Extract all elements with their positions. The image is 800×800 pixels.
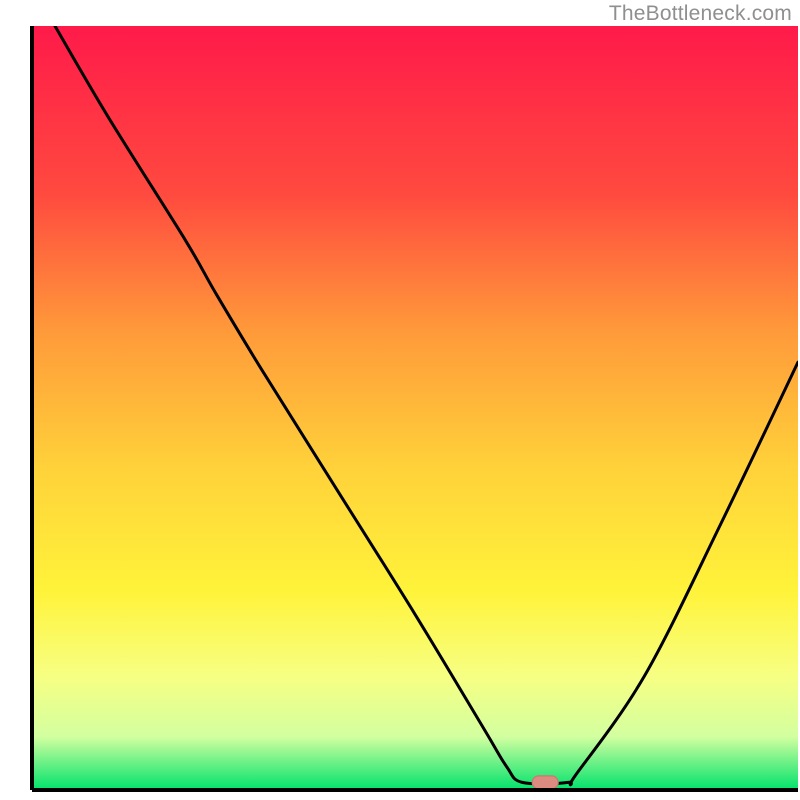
bottleneck-chart <box>0 0 800 800</box>
watermark-text: TheBottleneck.com <box>609 2 792 26</box>
chart-container: TheBottleneck.com <box>0 0 800 800</box>
gradient-background <box>32 26 798 790</box>
selection-marker <box>532 776 558 789</box>
